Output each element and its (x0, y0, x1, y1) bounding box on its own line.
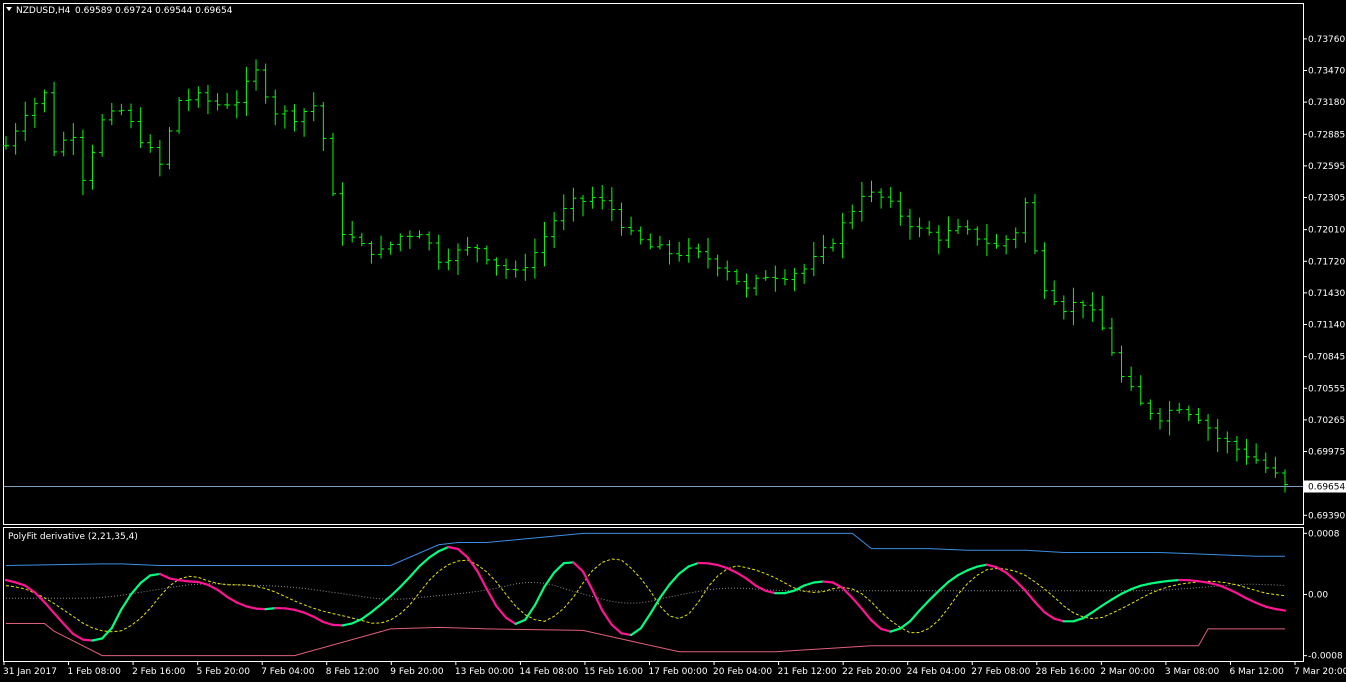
indicator-tick-label: 0.00 (1308, 591, 1328, 601)
derivative-segment (1197, 580, 1210, 584)
derivative-segment (149, 572, 161, 577)
time-tick-label: 6 Mar 12:00 (1229, 667, 1284, 677)
price-tick-label: 0.70845 (1308, 353, 1345, 363)
chart-symbol-label: NZDUSD,H4 (16, 6, 71, 16)
derivative-segment (283, 607, 296, 611)
derivative-segment (331, 623, 344, 627)
time-tick-label: 7 Mar 20:00 (1294, 667, 1346, 677)
time-tick-label: 24 Feb 04:00 (907, 667, 966, 677)
indicator-tick-label: 0.0008 (1308, 529, 1340, 539)
price-tick-label: 0.69390 (1308, 511, 1345, 521)
derivative-segment (562, 561, 575, 565)
price-tick-label: 0.72885 (1308, 130, 1345, 140)
time-tick-label: 31 Jan 2017 (3, 667, 57, 677)
time-tick-label: 13 Feb 00:00 (455, 667, 514, 677)
price-tick-label: 0.71720 (1308, 257, 1345, 267)
time-tick-label: 3 Mar 08:00 (1165, 667, 1220, 677)
derivative-segment (187, 580, 200, 584)
chart-canvas: NZDUSD,H4 0.69589 0.69724 0.69544 0.6965… (0, 0, 1346, 682)
time-tick-label: 22 Feb 20:00 (842, 667, 901, 677)
time-tick-label: 14 Feb 08:00 (519, 667, 578, 677)
time-tick-label: 20 Feb 04:00 (713, 667, 772, 677)
price-tick-label: 0.71140 (1308, 321, 1345, 331)
price-tick-label: 0.72010 (1308, 226, 1345, 236)
derivative-segment (1168, 578, 1181, 582)
derivative-segment (254, 607, 267, 611)
price-tick-label: 0.72595 (1308, 162, 1345, 172)
derivative-segment (264, 606, 277, 611)
time-tick-label: 7 Feb 04:00 (261, 667, 315, 677)
price-tick-label: 0.70555 (1308, 384, 1345, 394)
time-tick-label: 28 Feb 16:00 (1036, 667, 1095, 677)
time-tick-label: 15 Feb 16:00 (584, 667, 643, 677)
time-tick-label: 2 Mar 00:00 (1100, 667, 1155, 677)
indicator-title: PolyFit derivative (2,21,35,4) (8, 532, 138, 542)
time-tick-label: 9 Feb 20:00 (390, 667, 444, 677)
price-tick-label: 0.73470 (1308, 66, 1345, 76)
derivative-segment (178, 579, 190, 583)
time-tick-label: 17 Feb 00:00 (649, 667, 708, 677)
time-tick-label: 27 Feb 08:00 (971, 667, 1030, 677)
indicator-tick-label: -0.0008 (1308, 652, 1343, 662)
derivative-segment (812, 580, 825, 584)
price-tick-label: 0.70265 (1308, 416, 1345, 426)
time-tick-label: 8 Feb 12:00 (326, 667, 380, 677)
price-tick-label: 0.72305 (1308, 194, 1345, 204)
price-tick-label: 0.73180 (1308, 98, 1345, 108)
derivative-segment (822, 580, 835, 584)
derivative-segment (81, 638, 94, 642)
time-tick-label: 5 Feb 20:00 (197, 667, 251, 677)
derivative-segment (1187, 579, 1200, 583)
chart-quote-label: 0.69589 0.69724 0.69544 0.69654 (75, 6, 233, 16)
price-tick-label: 0.69975 (1308, 448, 1345, 458)
time-tick-label: 21 Feb 12:00 (778, 667, 837, 677)
price-tick-label: 0.73760 (1308, 35, 1345, 45)
derivative-segment (1158, 579, 1171, 584)
time-tick-label: 2 Feb 16:00 (132, 667, 186, 677)
current-price-label: 0.69654 (1308, 482, 1345, 492)
price-tick-label: 0.71430 (1308, 289, 1345, 299)
time-tick-label: 1 Feb 08:00 (68, 667, 122, 677)
